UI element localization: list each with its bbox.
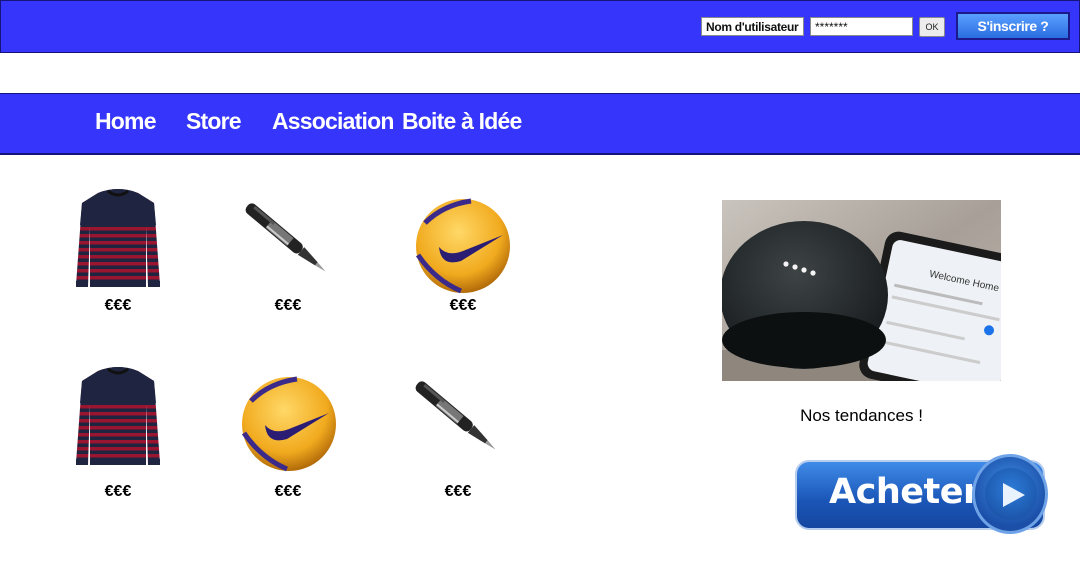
signup-button[interactable]: S'inscrire ? — [956, 12, 1070, 40]
product-price: €€€ — [104, 297, 132, 314]
product-card[interactable]: €€€ — [68, 185, 168, 335]
nav-item-boite-a-idee[interactable]: Boite à Idée — [402, 108, 522, 135]
main-nav: Home Store Association Boite à Idée — [0, 93, 1080, 155]
product-price: €€€ — [274, 297, 302, 314]
trending-image[interactable]: Welcome Home — [722, 200, 1001, 381]
pen-icon — [415, 381, 496, 450]
buy-button-label: Acheter — [829, 472, 980, 512]
ball-icon — [415, 198, 510, 294]
sweater-icon — [76, 189, 160, 287]
product-price: €€€ — [274, 483, 302, 500]
username-field[interactable] — [701, 17, 804, 36]
play-icon — [972, 454, 1048, 534]
buy-button[interactable]: Acheter — [795, 454, 1051, 538]
product-price: €€€ — [104, 483, 132, 500]
product-card[interactable]: €€€ — [413, 185, 513, 335]
ball-icon — [241, 376, 336, 472]
nav-item-home[interactable]: Home — [95, 108, 156, 135]
product-card[interactable]: €€€ — [408, 363, 508, 513]
product-card[interactable]: €€€ — [238, 363, 338, 513]
trending-label: Nos tendances ! — [800, 406, 923, 425]
sweater-icon — [76, 367, 160, 465]
nav-item-association[interactable]: Association — [272, 108, 394, 135]
login-bar: OK S'inscrire ? — [0, 0, 1080, 53]
ok-button[interactable]: OK — [919, 17, 945, 37]
product-price: €€€ — [444, 483, 472, 500]
product-card[interactable]: €€€ — [68, 363, 168, 513]
pen-icon — [245, 203, 326, 272]
product-card[interactable]: €€€ — [238, 185, 338, 335]
product-price: €€€ — [449, 297, 477, 314]
nav-item-store[interactable]: Store — [186, 108, 242, 135]
password-field[interactable] — [810, 17, 913, 36]
